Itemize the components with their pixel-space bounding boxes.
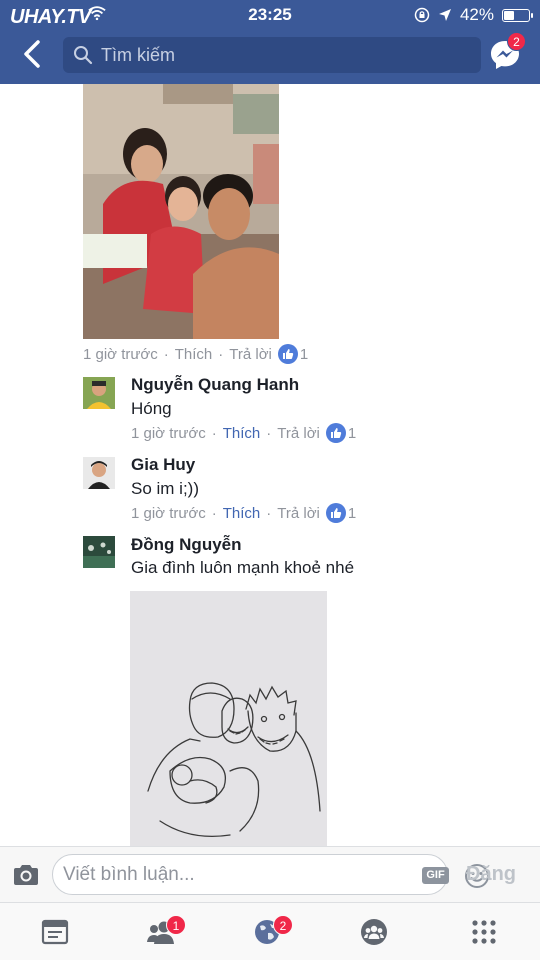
commenter-name[interactable]: Gia Huy bbox=[131, 455, 195, 475]
separator-dot: · bbox=[218, 345, 224, 363]
separator-dot: · bbox=[211, 424, 217, 442]
commenter-name[interactable]: Nguyễn Quang Hanh bbox=[131, 375, 299, 395]
post-reply-link[interactable]: Trả lời bbox=[229, 346, 272, 363]
separator-dot: · bbox=[266, 424, 272, 442]
battery-icon bbox=[502, 8, 533, 22]
comment-composer: Viết bình luận... GIF Đăng bbox=[0, 846, 540, 902]
comment-text: So im i;)) bbox=[131, 479, 199, 498]
commenter-name[interactable]: Đồng Nguyễn bbox=[131, 535, 242, 555]
avatar[interactable] bbox=[83, 457, 115, 489]
news-feed-icon[interactable] bbox=[40, 917, 70, 947]
post-time: 1 giờ trước bbox=[83, 345, 158, 363]
comment-input[interactable]: Viết bình luận... GIF bbox=[52, 854, 489, 895]
comment-text: Gia đình luôn mạnh khoẻ nhé bbox=[131, 558, 355, 577]
comment-text: Hóng bbox=[131, 399, 172, 418]
tab-bar: 1 2 bbox=[0, 902, 540, 960]
avatar[interactable] bbox=[83, 377, 115, 409]
location-arrow-icon bbox=[438, 9, 451, 21]
messenger-badge: 2 bbox=[507, 32, 526, 51]
post-actions: 1 giờ trước · Thích · Trả lời 1 bbox=[83, 344, 308, 364]
post-button[interactable]: Đăng bbox=[466, 863, 516, 886]
comment-reply-link[interactable]: Trả lời bbox=[277, 425, 320, 442]
comment-time: 1 giờ trước bbox=[131, 504, 206, 522]
comment-thread[interactable]: 1 giờ trước · Thích · Trả lời 1 Nguyễn Q… bbox=[0, 84, 540, 846]
comment-actions: 1 giờ trước · Thích · Trả lời 1 bbox=[131, 423, 356, 443]
groups-icon[interactable] bbox=[359, 917, 389, 947]
comment-time: 1 giờ trước bbox=[131, 424, 206, 442]
thumbs-up-icon bbox=[325, 503, 346, 523]
thumbs-up-icon bbox=[325, 423, 346, 443]
status-right: 42% bbox=[414, 5, 533, 25]
thumbs-up-icon bbox=[277, 344, 298, 364]
back-arrow-icon[interactable] bbox=[18, 38, 48, 70]
menu-grid-icon[interactable] bbox=[469, 917, 499, 947]
comment-like-count[interactable]: 1 bbox=[325, 503, 356, 523]
comment-like-link[interactable]: Thích bbox=[223, 425, 261, 442]
rotation-lock-icon bbox=[414, 7, 430, 23]
comment-like-link[interactable]: Thích bbox=[223, 505, 261, 522]
camera-icon[interactable] bbox=[12, 863, 40, 887]
comment-input-placeholder: Viết bình luận... bbox=[63, 863, 195, 885]
battery-percent: 42% bbox=[459, 5, 494, 24]
search-placeholder: Tìm kiếm bbox=[101, 44, 175, 65]
separator-dot: · bbox=[266, 504, 272, 522]
avatar[interactable] bbox=[83, 536, 115, 568]
post-like-count[interactable]: 1 bbox=[277, 344, 308, 364]
comment-actions: 1 giờ trước · Thích · Trả lời 1 bbox=[131, 503, 356, 523]
comment-reply-link[interactable]: Trả lời bbox=[277, 505, 320, 522]
search-icon bbox=[74, 46, 93, 65]
battery-level bbox=[504, 10, 514, 20]
sketch-photo[interactable] bbox=[130, 591, 327, 846]
top-bar: UHAY.TV 23:25 42% Tìm kiếm 2 bbox=[0, 0, 540, 84]
family-photo[interactable] bbox=[83, 84, 279, 339]
status-bar: UHAY.TV 23:25 42% bbox=[0, 0, 540, 30]
search-bar[interactable]: Tìm kiếm bbox=[63, 37, 481, 73]
friend-requests-badge: 1 bbox=[166, 915, 186, 935]
comment-like-count[interactable]: 1 bbox=[325, 423, 356, 443]
separator-dot: · bbox=[163, 345, 169, 363]
gif-button[interactable]: GIF bbox=[422, 867, 449, 884]
post-like-link[interactable]: Thích bbox=[175, 346, 213, 363]
separator-dot: · bbox=[211, 504, 217, 522]
notifications-badge: 2 bbox=[273, 915, 293, 935]
